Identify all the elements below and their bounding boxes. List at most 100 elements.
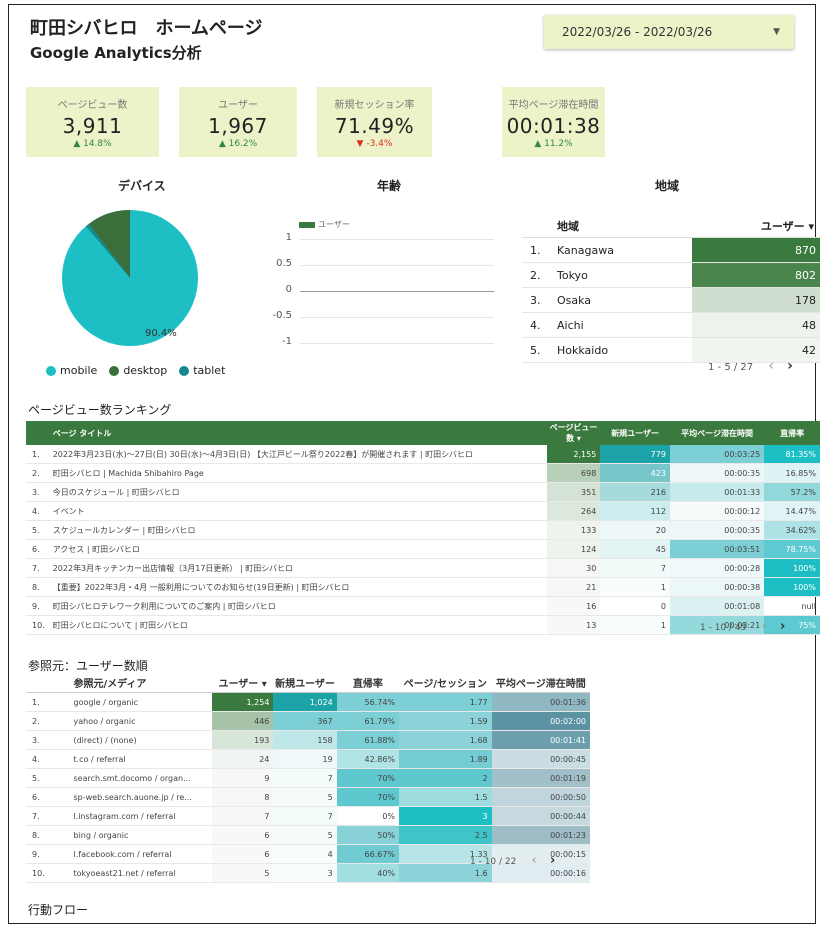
new-users-cell: 19 xyxy=(273,749,337,769)
legend-item-tablet: tablet xyxy=(179,364,225,377)
table-row[interactable]: 5. search.smt.docomo / organ... 9 7 70% 2 00:0… xyxy=(26,768,590,788)
kpi-value: 71.49% xyxy=(334,114,415,138)
table-row[interactable]: 8. bing / organic 6 5 50% 2.5 00:01:23 xyxy=(26,825,590,845)
age-legend: ユーザー xyxy=(299,219,350,230)
next-page-icon[interactable]: › xyxy=(550,853,555,868)
column-header-users[interactable]: ユーザー ▾ xyxy=(692,215,820,238)
column-header-avg-time[interactable]: 平均ページ滞在時間 xyxy=(669,421,765,445)
column-header-bounce[interactable]: 直帰率 xyxy=(336,673,400,693)
column-header-pageviews[interactable]: ページビュー数 ▾ xyxy=(546,421,601,445)
column-header-pages-per-session[interactable]: ページ/セッション xyxy=(399,673,492,693)
source-medium-cell: l.facebook.com / referral xyxy=(49,844,212,864)
row-number: 1. xyxy=(26,445,52,464)
table-row[interactable]: 3. (direct) / (none) 193 158 61.88% 1.68 00:01… xyxy=(26,730,590,750)
column-header-source[interactable]: 参照元/メディア xyxy=(49,673,212,693)
row-number: 2. xyxy=(522,262,556,288)
pageviews-cell: 264 xyxy=(546,501,601,521)
region-name: Hokkaido xyxy=(556,337,692,363)
prev-page-icon[interactable]: ‹ xyxy=(532,853,537,868)
bounce-cell: 70% xyxy=(336,768,400,788)
source-medium-cell: yahoo / organic xyxy=(49,711,212,731)
page-title-cell: スケジュールカレンダー | 町田シバヒロ xyxy=(51,520,547,540)
bounce-cell: 100% xyxy=(764,577,820,597)
table-row[interactable]: 7. l.instagram.com / referral 7 7 0% 3 00:00:4… xyxy=(26,806,590,826)
pages-per-session-cell: 3 xyxy=(399,806,492,826)
row-number: 3. xyxy=(26,730,50,750)
table-row[interactable]: 1. google / organic 1,254 1,024 56.74% 1.77 00… xyxy=(26,692,590,712)
users-cell: 6 xyxy=(211,844,274,864)
new-users-cell: 0 xyxy=(600,596,670,616)
page-title-cell: 町田シバヒロテレワーク利用についてのご案内 | 町田シバヒロ xyxy=(51,596,547,616)
new-users-cell: 45 xyxy=(600,539,670,559)
table-row[interactable]: 7. 2022年3月キッチンカー出店情報（3月17日更新） | 町田シバヒロ 30 7… xyxy=(26,558,820,578)
region-users: 870 xyxy=(692,237,820,263)
region-pager: 1 - 5 / 27 ‹ › xyxy=(708,358,793,374)
avg-time-cell: 00:03:25 xyxy=(669,445,765,464)
avg-time-cell: 00:00:35 xyxy=(669,520,765,540)
row-number: 7. xyxy=(26,806,50,826)
y-tick: -1 xyxy=(282,336,292,347)
row-number: 6. xyxy=(26,539,52,559)
table-row[interactable]: 5. スケジュールカレンダー | 町田シバヒロ 133 20 00:00:35 34.62… xyxy=(26,520,820,540)
column-header-bounce[interactable]: 直帰率 xyxy=(764,421,820,445)
page-title-cell: 町田シバヒロ | Machida Shibahiro Page xyxy=(51,463,547,483)
pages-per-session-cell: 1.5 xyxy=(399,787,492,807)
users-cell: 5 xyxy=(211,863,274,883)
users-cell: 193 xyxy=(211,730,274,750)
region-name: Tokyo xyxy=(556,262,692,288)
users-cell: 7 xyxy=(211,806,274,826)
prev-page-icon[interactable]: ‹ xyxy=(762,619,767,634)
table-row[interactable]: 9. 町田シバヒロテレワーク利用についてのご案内 | 町田シバヒロ 16 0 00:01… xyxy=(26,596,820,616)
table-row[interactable]: 2. yahoo / organic 446 367 61.79% 1.59 00:02:0… xyxy=(26,711,590,731)
pageviews-cell: 351 xyxy=(546,482,601,502)
pageviews-cell: 133 xyxy=(546,520,601,540)
new-users-cell: 1,024 xyxy=(273,692,337,712)
bounce-cell: 100% xyxy=(764,558,820,578)
bounce-cell: 70% xyxy=(336,787,400,807)
table-row[interactable]: 3. 今日のスケジュール | 町田シバヒロ 351 216 00:01:33 57.2% xyxy=(26,482,820,502)
avg-time-cell: 00:01:08 xyxy=(669,596,765,616)
bounce-cell: 66.67% xyxy=(336,844,400,864)
column-header-new-users[interactable]: 新規ユーザー xyxy=(273,673,337,693)
y-tick: 0 xyxy=(285,284,292,295)
column-header-users[interactable]: ユーザー ▾ xyxy=(211,673,274,693)
kpi-label: 平均ページ滞在時間 xyxy=(508,100,599,111)
avg-time-cell: 00:02:00 xyxy=(491,711,590,731)
pageviews-cell: 698 xyxy=(546,463,601,483)
avg-time-cell: 00:01:41 xyxy=(491,730,590,750)
column-header-region[interactable]: 地域 xyxy=(556,215,692,238)
column-header-title[interactable]: ページ タイトル xyxy=(51,421,547,445)
next-page-icon[interactable]: › xyxy=(787,358,793,374)
kpi-change: ▲ 16.2% xyxy=(218,139,258,149)
table-row[interactable]: 1. 2022年3月23日(水)～27日(日) 30日(水)～4月3日(日) 【大… xyxy=(26,445,820,464)
kpi-change: ▲ 11.2% xyxy=(534,139,573,149)
row-number: 5. xyxy=(26,520,52,540)
table-row[interactable]: 4. t.co / referral 24 19 42.86% 1.89 00:00:45 xyxy=(26,749,590,769)
legend-label: tablet xyxy=(193,364,226,377)
table-row[interactable]: 8. 【重要】2022年3月・4月 一般利用についてのお知らせ(19日更新) | … xyxy=(26,577,820,597)
source-medium-cell: sp-web.search.auone.jp / re... xyxy=(49,787,212,807)
table-row[interactable]: 2. 町田シバヒロ | Machida Shibahiro Page 698 423 0… xyxy=(26,463,820,483)
next-page-icon[interactable]: › xyxy=(780,619,785,634)
new-users-cell: 367 xyxy=(273,711,337,731)
table-row[interactable]: 6. sp-web.search.auone.jp / re... 8 5 70% 1.5… xyxy=(26,787,590,807)
prev-page-icon[interactable]: ‹ xyxy=(768,358,774,374)
table-row[interactable]: 6. アクセス | 町田シバヒロ 124 45 00:03:51 78.75% xyxy=(26,539,820,559)
referral-pager: 1 - 10 / 22 ‹ › xyxy=(470,853,555,868)
kpi-label: ユーザー xyxy=(218,100,258,111)
new-users-cell: 423 xyxy=(600,463,670,483)
column-header-new-users[interactable]: 新規ユーザー xyxy=(600,421,670,445)
table-row[interactable]: 4. イベント 264 112 00:00:12 14.47% xyxy=(26,501,820,521)
gridline xyxy=(300,317,494,318)
y-tick: -0.5 xyxy=(272,310,292,321)
avg-time-cell: 00:01:36 xyxy=(491,692,590,712)
row-number: 9. xyxy=(26,844,50,864)
source-medium-cell: search.smt.docomo / organ... xyxy=(49,768,212,788)
kpi-value: 00:01:38 xyxy=(506,114,601,138)
date-range-selector[interactable]: 2022/03/26 - 2022/03/26 ▼ xyxy=(544,15,794,49)
new-users-cell: 20 xyxy=(600,520,670,540)
new-users-cell: 779 xyxy=(600,445,670,464)
column-header-avg-time[interactable]: 平均ページ滞在時間 xyxy=(491,673,590,693)
avg-time-cell: 00:00:50 xyxy=(491,787,590,807)
avg-time-cell: 00:00:28 xyxy=(669,558,765,578)
